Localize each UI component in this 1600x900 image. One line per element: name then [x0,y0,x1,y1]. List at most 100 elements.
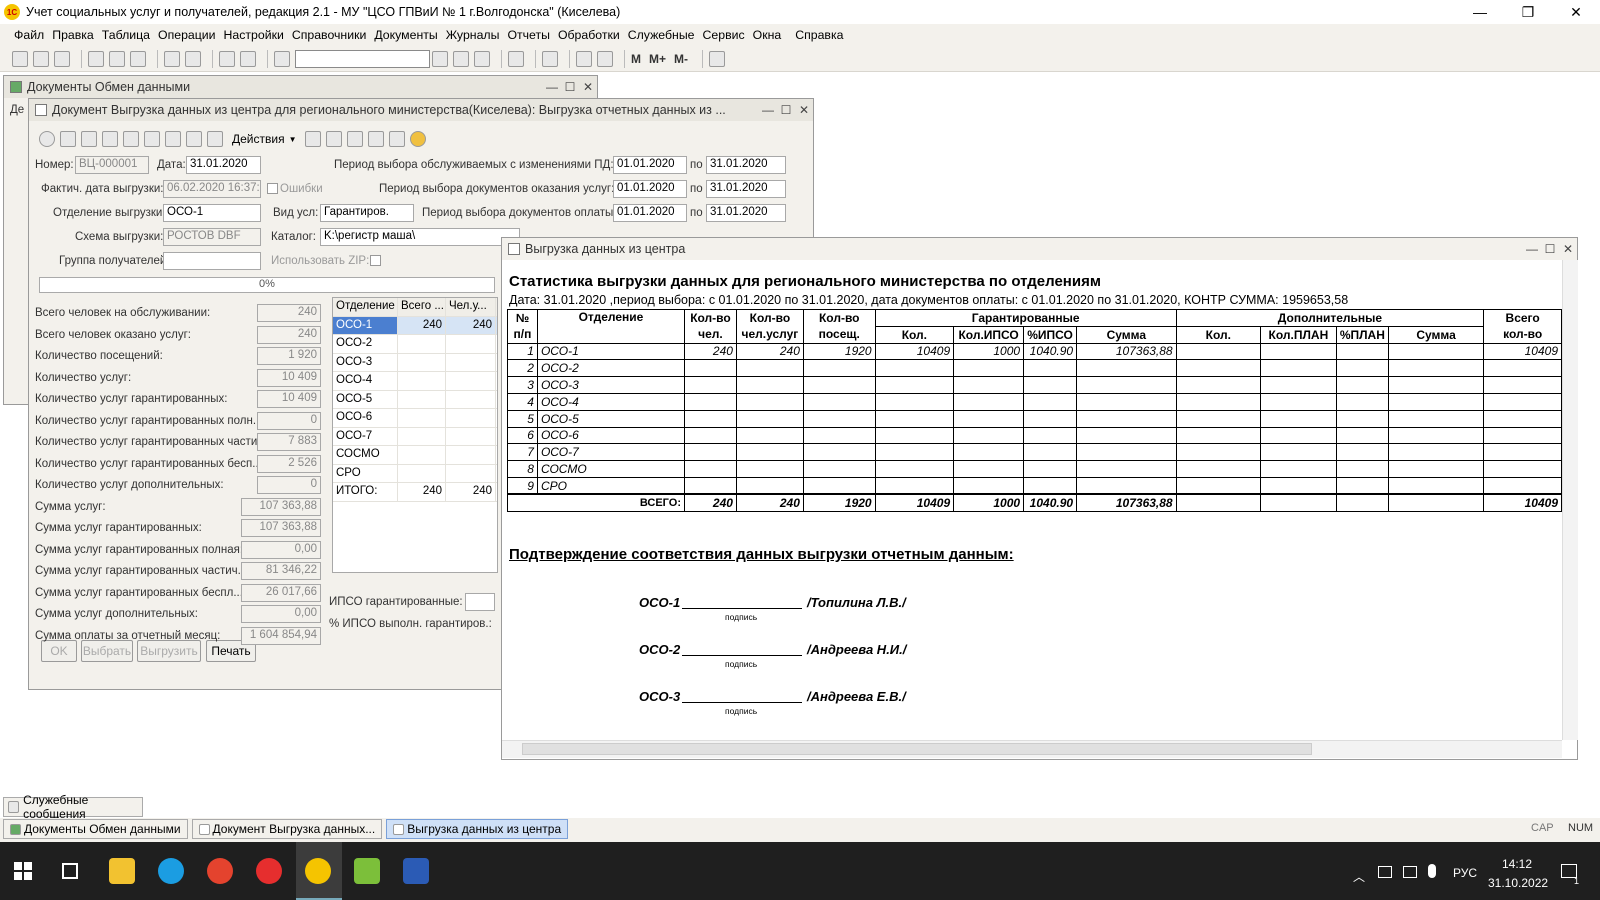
zip-checkbox[interactable] [370,255,381,266]
task-view-icon[interactable] [62,863,78,879]
add-row-icon[interactable] [346,131,363,147]
grid-row[interactable]: ОСО-7 [333,427,497,446]
add-icon[interactable] [39,131,55,147]
grid-row[interactable]: СОСМО [333,446,497,465]
grid-header-total[interactable]: Всего ... [398,298,446,316]
edge-icon[interactable] [158,858,184,884]
move-up-icon[interactable] [144,131,160,147]
tab-docs-exchange[interactable]: Документы Обмен данными [3,819,188,839]
memory-m-button[interactable]: M [631,52,641,66]
memory-minus-button[interactable]: M- [674,52,688,66]
maximize-icon[interactable]: ☐ [561,80,579,94]
tray-battery-icon[interactable] [1403,866,1417,878]
minimize-icon[interactable]: — [1456,4,1504,20]
tray-time[interactable]: 14:12 [1502,857,1532,871]
grid-row[interactable]: ОСО-2 [333,335,497,354]
maximize-icon[interactable]: ☐ [777,103,795,117]
scroll-thumb[interactable] [522,743,1312,755]
maximize-icon[interactable]: ☐ [1541,242,1559,256]
grid-row[interactable]: ОСО-5 [333,390,497,409]
help-icon[interactable] [409,131,426,147]
explorer-icon[interactable] [109,858,135,884]
period-docs-from-field[interactable]: 01.01.2020 [613,180,687,198]
tray-language[interactable]: РУС [1453,866,1477,880]
memory-plus-button[interactable]: M+ [649,52,666,66]
menu-journals[interactable]: Журналы [446,28,500,42]
info-icon[interactable] [542,50,558,67]
number-field[interactable]: ВЦ-000001 [75,156,149,174]
tab-documents[interactable]: Де [10,104,24,116]
export-button[interactable]: Выгрузить [137,640,201,662]
menu-documents[interactable]: Документы [374,28,437,42]
delete-icon[interactable] [102,131,118,147]
chrome-icon[interactable] [207,858,233,884]
1c-icon[interactable] [305,858,331,884]
scheme-field[interactable]: РОСТОВ DBF [163,228,261,246]
calendar-icon[interactable] [597,50,613,67]
windows-icon[interactable] [508,50,524,67]
green-app-icon[interactable] [354,858,380,884]
clear-search-icon[interactable] [432,50,448,67]
menu-table[interactable]: Таблица [102,28,150,42]
vertical-scrollbar[interactable] [1562,260,1578,740]
cut-icon[interactable] [88,50,104,67]
tray-mic-icon[interactable] [1428,864,1436,878]
period-pay-from-field[interactable]: 01.01.2020 [613,204,687,222]
grid-row[interactable]: ОСО-3 [333,353,497,372]
menu-references[interactable]: Справочники [292,28,367,42]
minimize-icon[interactable]: — [543,80,561,94]
tab-report[interactable]: Выгрузка данных из центра [386,819,569,839]
select-button[interactable]: Выбрать [81,640,133,662]
close-icon[interactable]: ✕ [579,80,597,94]
new-icon[interactable] [12,50,28,67]
service-messages-tab[interactable]: Служебные сообщения [3,793,143,821]
menu-operations[interactable]: Операции [158,28,216,42]
grid-row[interactable]: ИТОГО: 240 240 [333,483,497,502]
sort-desc-icon[interactable] [207,131,223,147]
close-icon[interactable]: ✕ [1552,4,1600,21]
period-pay-to-field[interactable]: 31.01.2020 [706,204,786,222]
paste-icon[interactable] [130,50,146,67]
redo-icon[interactable] [240,50,256,67]
word-icon[interactable] [403,858,429,884]
minimize-icon[interactable]: — [1523,242,1541,256]
print-icon[interactable] [164,50,180,67]
open-icon[interactable] [33,50,49,67]
period-pd-from-field[interactable]: 01.01.2020 [613,156,687,174]
move-down-icon[interactable] [165,131,181,147]
catalog-field[interactable]: K:\регистр маша\ [320,228,520,246]
menu-reports[interactable]: Отчеты [507,28,550,42]
windows-start-icon[interactable] [14,862,32,880]
grid-row[interactable]: ОСО-4 [333,372,497,391]
search-input[interactable] [295,49,430,68]
copy-icon[interactable] [109,50,125,67]
doc-print-icon[interactable] [388,131,405,147]
calculator-icon[interactable] [576,50,592,67]
tray-date[interactable]: 31.10.2022 [1488,876,1548,890]
tab-doc-export[interactable]: Документ Выгрузка данных... [191,819,383,839]
save-icon[interactable] [54,50,70,67]
date-field[interactable]: 31.01.2020 [186,156,261,174]
close-icon[interactable]: ✕ [1559,242,1577,256]
ok-button[interactable]: OK [41,640,77,662]
menu-edit[interactable]: Правка [52,28,94,42]
find-prev-icon[interactable] [474,50,490,67]
menu-help[interactable]: Справка [795,28,843,42]
grid-row[interactable]: ОСО-1 240 240 [333,316,497,335]
grid-header-people[interactable]: Чел.у... [446,298,496,316]
table-icon[interactable] [123,131,139,147]
yandex-icon[interactable] [256,858,282,884]
menu-file[interactable]: Файл [14,28,44,42]
doc-list-icon[interactable] [367,131,384,147]
menu-settings[interactable]: Настройки [224,28,284,42]
recipients-group-field[interactable] [163,252,261,270]
preview-icon[interactable] [185,50,201,67]
tray-network-icon[interactable] [1378,866,1392,878]
close-icon[interactable]: ✕ [795,103,813,117]
sort-asc-icon[interactable] [186,131,202,147]
actions-menu[interactable]: Действия [232,132,285,146]
grid-header-dept[interactable]: Отделение [333,298,398,316]
restore-icon[interactable]: ❐ [1504,4,1552,21]
minimize-icon[interactable]: — [759,103,777,117]
department-field[interactable]: ОСО-1 [163,204,261,222]
